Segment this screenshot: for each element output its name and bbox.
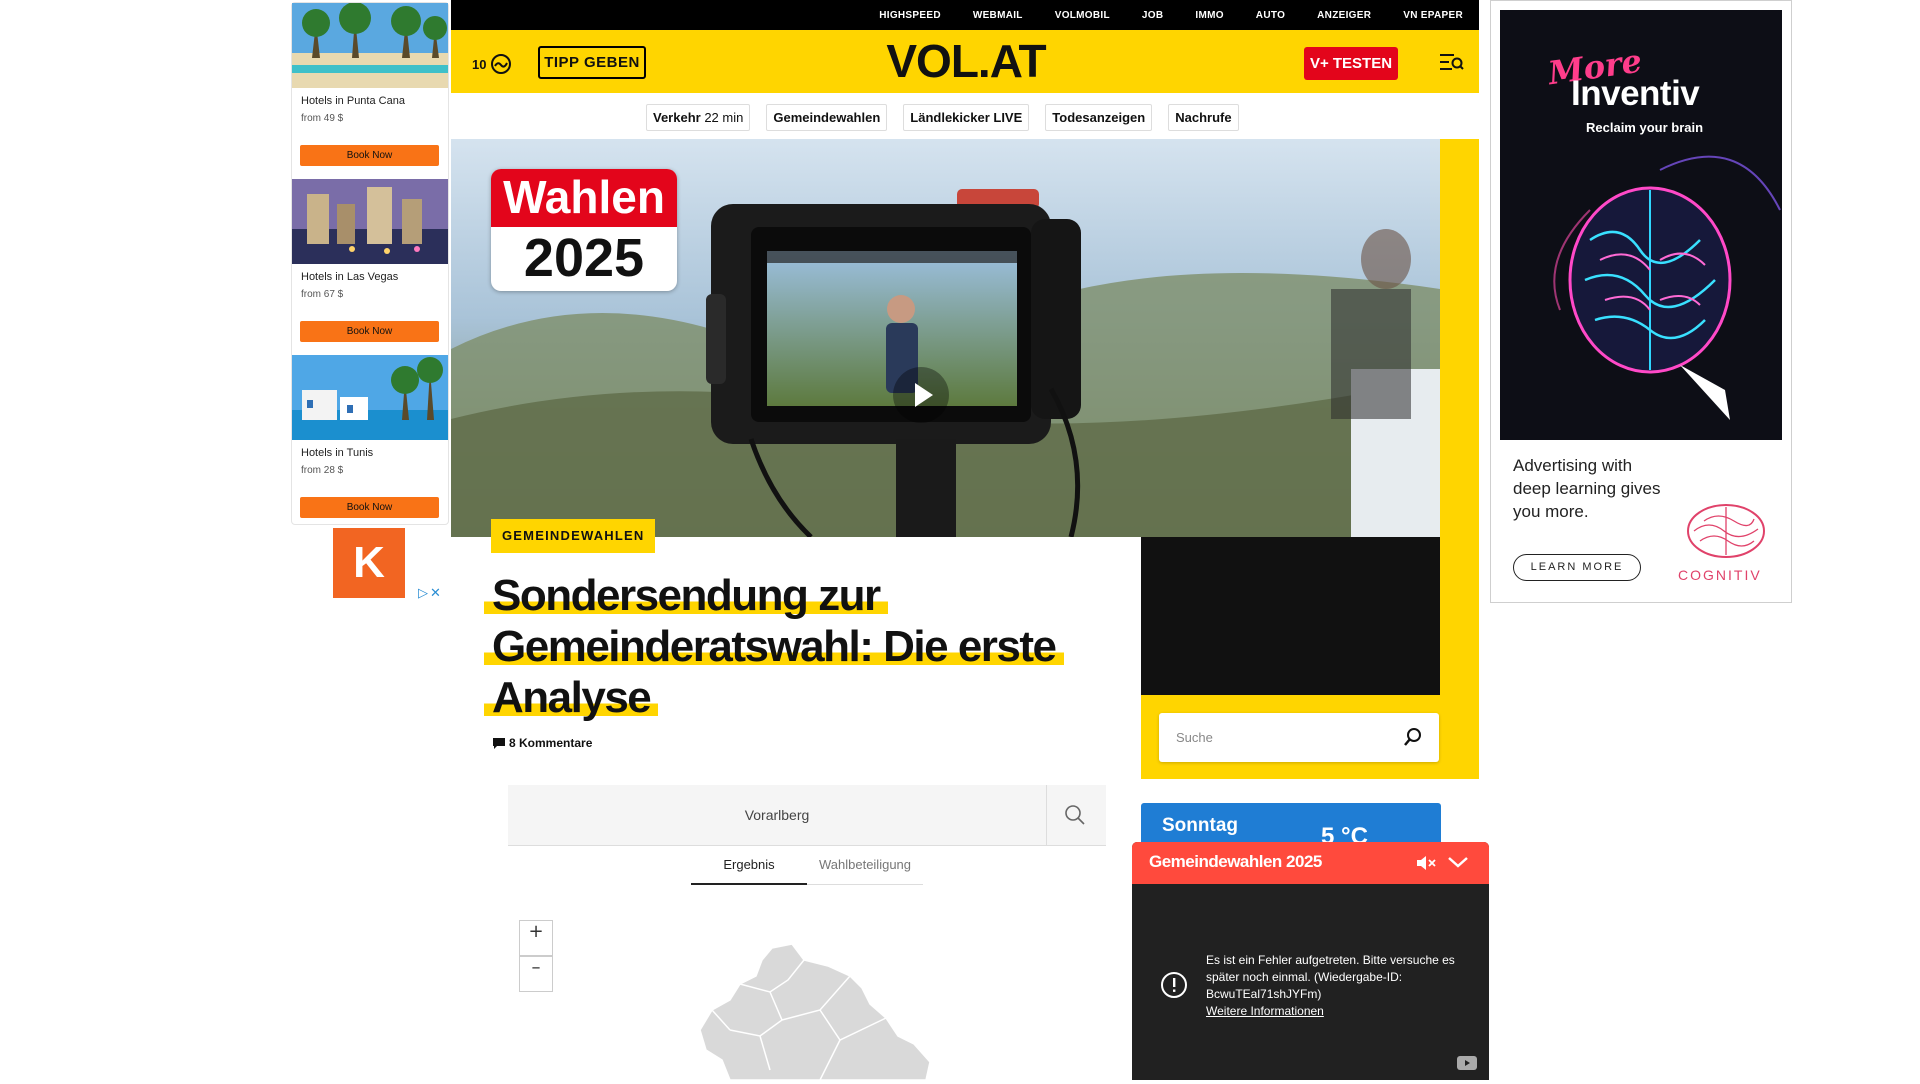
temperature-value: 10 (472, 56, 487, 72)
region-selector[interactable]: Vorarlberg (508, 785, 1106, 846)
more-info-link[interactable]: Weitere Informationen (1206, 1003, 1476, 1020)
hero-video[interactable]: Wahlen 2025 (451, 139, 1440, 537)
player-header: Gemeindewahlen 2025 (1132, 842, 1489, 884)
weather-icon (491, 54, 512, 74)
comment-icon (493, 737, 505, 749)
hotel-price: from 67 $ (301, 289, 344, 300)
map-zoom-out-button[interactable]: – (519, 956, 553, 992)
mute-icon[interactable] (1415, 854, 1437, 872)
badge-line1: Wahlen (491, 169, 677, 227)
hotel-name[interactable]: Hotels in Punta Cana (301, 95, 405, 107)
hotel-price: from 28 $ (301, 465, 344, 476)
top-link-webmail[interactable]: WEBMAIL (973, 10, 1023, 21)
hotel-card-punta-cana[interactable]: Hotels in Punta Cana from 49 $ Book Now (292, 3, 448, 177)
hotel-image-punta-cana[interactable] (292, 3, 448, 88)
search-input[interactable]: Suche (1159, 713, 1439, 762)
comments-count: 8 Kommentare (509, 736, 593, 750)
headline-line-3[interactable]: Analyse (484, 673, 659, 722)
menu-search-icon[interactable] (1440, 53, 1464, 75)
sidebar-yellow-frame (1440, 139, 1479, 779)
verkehr-value: 22 min (704, 110, 744, 125)
map-zoom-in-button[interactable]: + (519, 920, 553, 956)
error-icon (1161, 972, 1187, 998)
left-hotel-ad[interactable]: Hotels in Punta Cana from 49 $ Book Now … (291, 2, 449, 525)
search-icon[interactable] (1403, 727, 1423, 747)
headline-line-2[interactable]: Gemeinderatswahl: Die erste (484, 622, 1064, 671)
hotel-card-las-vegas[interactable]: Hotels in Las Vegas from 67 $ Book Now (292, 179, 448, 353)
tab-ergebnis[interactable]: Ergebnis (691, 857, 807, 885)
floating-video-player[interactable]: Gemeindewahlen 2025 Es ist ein Fehler au… (1132, 842, 1489, 1080)
headline-line-1[interactable]: Sondersendung zur (484, 571, 888, 620)
site-logo[interactable]: VOL.AT (876, 34, 1056, 88)
player-title: Gemeindewahlen 2025 (1149, 852, 1322, 871)
weather-widget[interactable]: 10 (472, 53, 512, 75)
vorarlberg-map[interactable] (699, 940, 931, 1084)
top-link-vn-epaper[interactable]: VN EPAPER (1403, 10, 1463, 21)
book-now-button[interactable]: Book Now (300, 321, 439, 342)
k-ad-logo[interactable]: K (333, 528, 405, 598)
quicknav-todesanzeigen[interactable]: Todesanzeigen (1045, 104, 1153, 131)
quicknav-laendlekicker[interactable]: Ländlekicker LIVE (903, 104, 1030, 131)
quicknav-gemeindewahlen[interactable]: Gemeindewahlen (766, 104, 888, 131)
hotel-image-tunis[interactable] (292, 355, 448, 440)
search-icon[interactable] (1064, 804, 1086, 826)
wahlen-2025-badge: Wahlen 2025 (491, 169, 677, 291)
article-category-tag[interactable]: GEMEINDEWAHLEN (491, 519, 656, 553)
play-button[interactable] (893, 367, 949, 423)
ad-copy: Advertising with deep learning gives you… (1513, 456, 1661, 521)
ad-subline: Reclaim your brain (1586, 120, 1704, 135)
top-link-auto[interactable]: AUTO (1256, 10, 1285, 21)
top-link-highspeed[interactable]: HIGHSPEED (879, 10, 941, 21)
learn-more-button[interactable]: LEARN MORE (1513, 554, 1641, 581)
ad-headline: Inventiv (1571, 74, 1700, 113)
adchoices-icon[interactable]: ▷✕ (418, 586, 443, 601)
top-link-bar: HIGHSPEED WEBMAIL VOLMOBIL JOB IMMO AUTO… (451, 0, 1479, 30)
search-placeholder: Suche (1176, 730, 1213, 745)
hotel-name[interactable]: Hotels in Tunis (301, 447, 373, 459)
top-nav: HIGHSPEED WEBMAIL VOLMOBIL JOB IMMO AUTO… (879, 0, 1463, 30)
book-now-button[interactable]: Book Now (300, 497, 439, 518)
ad-artwork[interactable]: More Inventiv Reclaim your brain (1500, 10, 1782, 440)
comments-link[interactable]: 8 Kommentare (493, 736, 592, 750)
cognitiv-brain-icon (1687, 504, 1765, 558)
hotel-name[interactable]: Hotels in Las Vegas (301, 271, 398, 283)
region-label: Vorarlberg (744, 807, 810, 823)
ad-brand-name: COGNITIV (1678, 567, 1762, 583)
error-text: Es ist ein Fehler aufgetreten. Bitte ver… (1206, 953, 1455, 1001)
tab-wahlbeteiligung[interactable]: Wahlbeteiligung (807, 857, 923, 885)
collapse-chevron-icon[interactable] (1447, 853, 1469, 871)
quick-nav: Verkehr 22 min Gemeindewahlen Ländlekick… (646, 104, 1239, 131)
book-now-button[interactable]: Book Now (300, 145, 439, 166)
right-cognitiv-ad[interactable]: More Inventiv Reclaim your brain Adverti… (1490, 0, 1792, 603)
article-headline[interactable]: Sondersendung zur Gemeinderatswahl: Die … (484, 570, 1084, 723)
region-divider (1046, 785, 1047, 846)
error-message: Es ist ein Fehler aufgetreten. Bitte ver… (1206, 952, 1476, 1020)
hotel-price: from 49 $ (301, 113, 344, 124)
vplus-test-button[interactable]: V+ TESTEN (1304, 47, 1398, 80)
quicknav-nachrufe[interactable]: Nachrufe (1168, 104, 1239, 131)
election-tabs: Ergebnis Wahlbeteiligung (691, 857, 923, 885)
weather-day: Sonntag (1162, 815, 1238, 836)
video-dark-panel (1141, 537, 1440, 695)
verkehr-label: Verkehr (653, 110, 701, 125)
youtube-icon[interactable] (1457, 1056, 1477, 1070)
hotel-card-tunis[interactable]: Hotels in Tunis from 28 $ Book Now (292, 355, 448, 529)
top-link-volmobil[interactable]: VOLMOBIL (1055, 10, 1110, 21)
badge-line2: 2025 (523, 228, 645, 288)
top-link-anzeiger[interactable]: ANZEIGER (1317, 10, 1371, 21)
tipp-geben-button[interactable]: TIPP GEBEN (538, 46, 646, 79)
quicknav-verkehr[interactable]: Verkehr 22 min (646, 104, 751, 131)
hotel-image-las-vegas[interactable] (292, 179, 448, 264)
top-link-immo[interactable]: IMMO (1195, 10, 1223, 21)
play-icon (915, 383, 933, 407)
top-link-job[interactable]: JOB (1142, 10, 1163, 21)
